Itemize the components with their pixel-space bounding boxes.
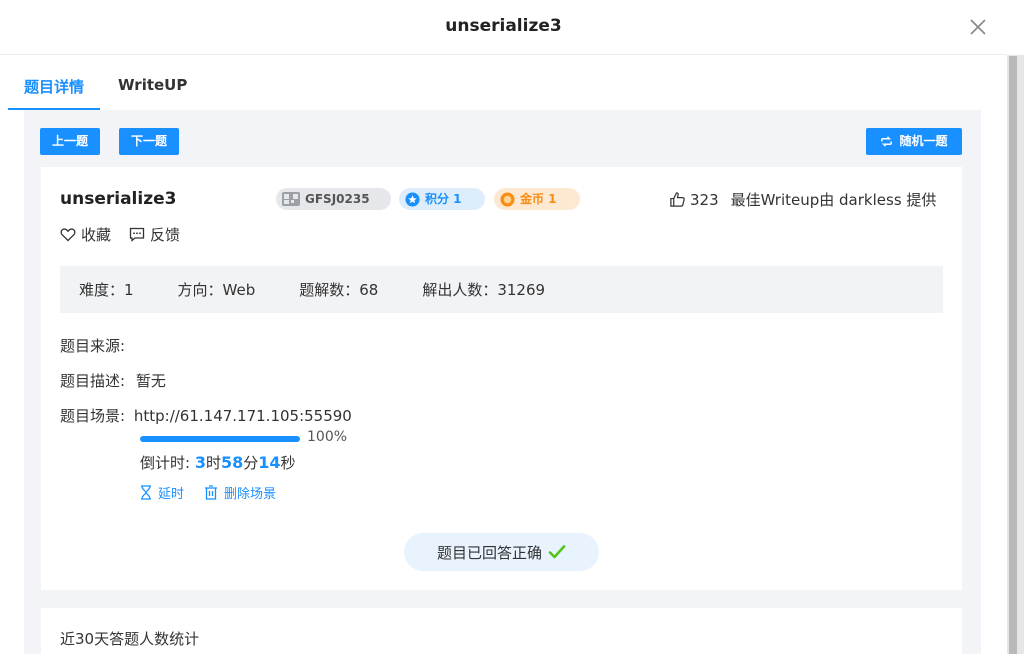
description-label: 题目描述: [60, 372, 126, 390]
countdown-label: 倒计时: [140, 454, 191, 472]
star-badge-icon [405, 191, 420, 207]
challenge-id: GFSJ0235 [305, 192, 370, 206]
heart-icon [60, 228, 76, 242]
countdown-hours-unit: 时 [205, 454, 221, 472]
next-challenge-button[interactable]: 下一题 [119, 128, 179, 155]
tab-writeup[interactable]: WriteUP [118, 62, 187, 110]
solver-stats-title: 近30天答题人数统计 [60, 630, 200, 648]
random-challenge-label: 随机一题 [899, 134, 948, 148]
shuffle-icon [881, 136, 893, 147]
challenge-card: unserialize3 GFSJ0235 积分 1 金币 1 323 最佳Wr… [41, 167, 962, 590]
feedback-button[interactable]: 反馈 [129, 224, 180, 245]
coin-icon [500, 191, 515, 207]
coin-value: 金币 1 [520, 192, 557, 206]
challenge-drawer: unserialize3 题目详情 WriteUP 上一题 下一题 随机一题 u… [0, 0, 1007, 654]
score-value: 积分 1 [425, 192, 462, 206]
difficulty-stat: 难度：1 [79, 281, 134, 299]
extend-time-label: 延时 [158, 487, 185, 502]
coin-tag: 金币 1 [494, 188, 580, 210]
countdown-minutes-unit: 分 [243, 454, 259, 472]
close-icon [970, 19, 986, 35]
delete-scene-label: 删除场景 [224, 487, 277, 502]
hourglass-icon [141, 485, 151, 500]
tab-challenge-details[interactable]: 题目详情 [7, 62, 101, 110]
trash-icon [205, 485, 218, 500]
scene-progress-bar [140, 436, 300, 442]
direction-stat: 方向：Web [177, 281, 256, 299]
solved-status: 题目已回答正确 [404, 533, 599, 571]
scene-progress-text: 100% [307, 429, 348, 445]
scene-actions: 延时 删除场景 [140, 483, 296, 502]
best-writeup-text: 最佳Writeup由 darkless 提供 [730, 191, 937, 209]
likes-count: 323 [690, 190, 719, 209]
scene-row: 题目场景: http://61.147.171.105:55590 [60, 405, 352, 426]
solver-stats-card: 近30天答题人数统计 [41, 608, 962, 654]
favorite-label: 收藏 [81, 226, 112, 244]
countdown-seconds-unit: 秒 [280, 454, 296, 472]
favorite-button[interactable]: 收藏 [60, 224, 111, 245]
tab-bar: 题目详情 WriteUP [7, 62, 221, 110]
description-value: 暂无 [135, 372, 166, 390]
checkmark-icon [548, 545, 566, 559]
close-button[interactable] [968, 17, 988, 37]
feedback-label: 反馈 [150, 226, 181, 244]
solved-label: 题目已回答正确 [436, 543, 542, 562]
countdown-minutes: 58 [221, 453, 244, 472]
likes-info: 323 最佳Writeup由 darkless 提供 [669, 189, 936, 210]
solves-stat: 题解数：68 [299, 281, 379, 299]
prev-challenge-button[interactable]: 上一题 [40, 128, 100, 155]
random-challenge-button[interactable]: 随机一题 [866, 128, 962, 155]
qrcode-icon [282, 192, 300, 206]
score-tag: 积分 1 [399, 188, 485, 210]
content-area: 上一题 下一题 随机一题 unserialize3 GFSJ0235 积分 1 … [24, 110, 981, 654]
feedback-icon [129, 227, 145, 242]
challenge-title: unserialize3 [60, 189, 177, 209]
delete-scene-button[interactable]: 删除场景 [204, 483, 276, 502]
challenge-stats-bar: 难度：1 方向：Web 题解数：68 解出人数：31269 [60, 266, 943, 313]
card-actions: 收藏 反馈 [60, 224, 198, 245]
countdown-hours: 3 [194, 453, 206, 472]
source-row: 题目来源: [60, 335, 125, 356]
challenge-id-tag: GFSJ0235 [276, 188, 391, 210]
countdown: 倒计时: 3时58分14秒 [140, 452, 296, 473]
description-row: 题目描述: 暂无 [60, 370, 166, 391]
scene-label: 题目场景: [60, 407, 126, 425]
source-label: 题目来源: [60, 337, 126, 355]
thumbs-up-icon[interactable] [669, 191, 686, 208]
scene-url[interactable]: http://61.147.171.105:55590 [134, 407, 352, 425]
drawer-title: unserialize3 [445, 16, 562, 36]
drawer-header: unserialize3 [0, 0, 1007, 55]
extend-time-button[interactable]: 延时 [140, 483, 184, 502]
countdown-seconds: 14 [258, 453, 281, 472]
scrollbar[interactable] [1009, 56, 1017, 654]
solvers-stat: 解出人数：31269 [422, 281, 546, 299]
